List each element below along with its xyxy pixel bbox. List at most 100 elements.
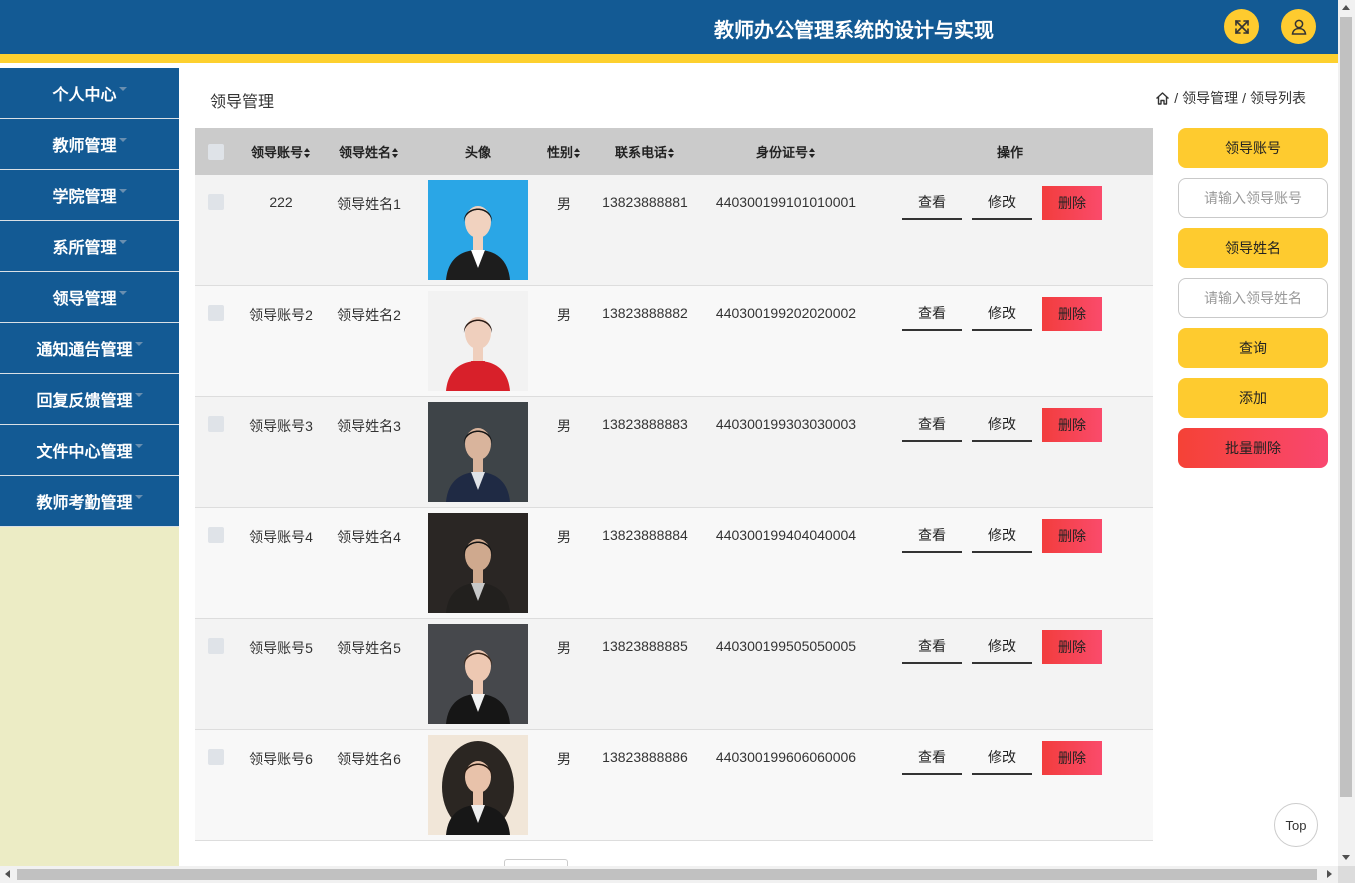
user-button[interactable] bbox=[1281, 9, 1316, 44]
column-header-sex[interactable]: 性别 bbox=[543, 142, 585, 161]
main-content: 领导管理 / 领导管理 / 领导列表 领导账号 领导姓名 头像 性别 联系电话 … bbox=[180, 68, 1338, 869]
table-row: 领导账号3 领导姓名3 男 13823888883 44030019930303… bbox=[195, 397, 1153, 508]
back-to-top-button[interactable]: Top bbox=[1274, 803, 1318, 847]
sidebar-item-personal-center[interactable]: 个人中心 bbox=[0, 68, 179, 119]
horizontal-scroll-thumb[interactable] bbox=[17, 869, 1317, 880]
edit-button[interactable]: 修改 bbox=[972, 186, 1032, 220]
avatar[interactable] bbox=[428, 402, 528, 502]
chevron-down-icon bbox=[118, 189, 127, 193]
scroll-left-icon[interactable] bbox=[5, 870, 10, 878]
edit-button[interactable]: 修改 bbox=[972, 630, 1032, 664]
column-header-account[interactable]: 领导账号 bbox=[237, 142, 325, 161]
cell-idcard: 440300199202020002 bbox=[715, 305, 857, 321]
select-all-checkbox[interactable] bbox=[208, 143, 224, 160]
row-actions: 查看 修改 删除 bbox=[867, 175, 1153, 220]
name-search-input[interactable]: 请输入领导姓名 bbox=[1178, 278, 1328, 318]
add-button[interactable]: 添加 bbox=[1178, 378, 1328, 418]
sort-icon[interactable] bbox=[304, 148, 311, 159]
view-button[interactable]: 查看 bbox=[902, 186, 962, 220]
sidebar-item-attendance[interactable]: 教师考勤管理 bbox=[0, 476, 179, 527]
avatar[interactable] bbox=[428, 180, 528, 280]
cell-idcard: 440300199404040004 bbox=[715, 527, 857, 543]
sidebar-item-colleges[interactable]: 学院管理 bbox=[0, 170, 179, 221]
sidebar-item-label: 学院管理 bbox=[52, 189, 117, 206]
batch-delete-button[interactable]: 批量删除 bbox=[1178, 428, 1328, 468]
delete-button[interactable]: 删除 bbox=[1042, 741, 1102, 775]
cell-name: 领导姓名2 bbox=[337, 307, 401, 323]
query-button[interactable]: 查询 bbox=[1178, 328, 1328, 368]
sort-icon[interactable] bbox=[668, 148, 675, 159]
sort-icon[interactable] bbox=[809, 148, 816, 159]
sidebar-item-feedback[interactable]: 回复反馈管理 bbox=[0, 374, 179, 425]
column-header-phone[interactable]: 联系电话 bbox=[585, 142, 705, 161]
breadcrumb: / 领导管理 / 领导列表 bbox=[1155, 88, 1306, 108]
delete-button[interactable]: 删除 bbox=[1042, 630, 1102, 664]
avatar-photo bbox=[428, 624, 528, 724]
cell-idcard: 440300199101010001 bbox=[715, 194, 857, 210]
table-row: 222 领导姓名1 男 13823888881 4403001991010100… bbox=[195, 175, 1153, 286]
cell-idcard: 440300199505050005 bbox=[715, 638, 857, 654]
avatar[interactable] bbox=[428, 624, 528, 724]
horizontal-scrollbar[interactable] bbox=[0, 866, 1338, 883]
cell-phone: 13823888881 bbox=[602, 194, 688, 210]
fullscreen-button[interactable] bbox=[1224, 9, 1259, 44]
top-header: 教师办公管理系统的设计与实现 bbox=[0, 0, 1338, 54]
scroll-down-icon[interactable] bbox=[1342, 855, 1350, 860]
row-checkbox[interactable] bbox=[208, 305, 224, 321]
edit-button[interactable]: 修改 bbox=[972, 741, 1032, 775]
view-button[interactable]: 查看 bbox=[902, 741, 962, 775]
row-checkbox[interactable] bbox=[208, 638, 224, 654]
scroll-up-icon[interactable] bbox=[1342, 5, 1350, 10]
sort-icon[interactable] bbox=[574, 148, 581, 159]
cell-sex: 男 bbox=[557, 751, 571, 767]
column-header-name[interactable]: 领导姓名 bbox=[325, 142, 413, 161]
avatar[interactable] bbox=[428, 513, 528, 613]
table-row: 领导账号2 领导姓名2 男 13823888882 44030019920202… bbox=[195, 286, 1153, 397]
row-checkbox[interactable] bbox=[208, 194, 224, 210]
cell-phone: 13823888882 bbox=[602, 305, 688, 321]
sidebar-item-files[interactable]: 文件中心管理 bbox=[0, 425, 179, 476]
sidebar-item-leaders[interactable]: 领导管理 bbox=[0, 272, 179, 323]
cell-name: 领导姓名3 bbox=[337, 418, 401, 434]
row-checkbox[interactable] bbox=[208, 416, 224, 432]
scrollbar-corner bbox=[1338, 866, 1355, 883]
edit-button[interactable]: 修改 bbox=[972, 519, 1032, 553]
delete-button[interactable]: 删除 bbox=[1042, 408, 1102, 442]
cell-account: 领导账号2 bbox=[249, 307, 313, 323]
sidebar-item-departments[interactable]: 系所管理 bbox=[0, 221, 179, 272]
vertical-scrollbar[interactable] bbox=[1338, 0, 1355, 866]
view-button[interactable]: 查看 bbox=[902, 630, 962, 664]
row-checkbox[interactable] bbox=[208, 749, 224, 765]
cell-idcard: 440300199303030003 bbox=[715, 416, 857, 432]
view-button[interactable]: 查看 bbox=[902, 408, 962, 442]
home-icon[interactable] bbox=[1155, 91, 1170, 106]
view-button[interactable]: 查看 bbox=[902, 519, 962, 553]
delete-button[interactable]: 删除 bbox=[1042, 519, 1102, 553]
vertical-scroll-thumb[interactable] bbox=[1340, 17, 1352, 797]
delete-button[interactable]: 删除 bbox=[1042, 297, 1102, 331]
row-checkbox[interactable] bbox=[208, 527, 224, 543]
avatar[interactable] bbox=[428, 735, 528, 835]
account-label: 领导账号 bbox=[1178, 128, 1328, 168]
cell-sex: 男 bbox=[557, 196, 571, 212]
edit-button[interactable]: 修改 bbox=[972, 297, 1032, 331]
system-title: 教师办公管理系统的设计与实现 bbox=[714, 20, 994, 42]
scroll-right-icon[interactable] bbox=[1327, 870, 1332, 878]
avatar-photo bbox=[428, 402, 528, 502]
sidebar-item-notices[interactable]: 通知通告管理 bbox=[0, 323, 179, 374]
avatar[interactable] bbox=[428, 291, 528, 391]
row-actions: 查看 修改 删除 bbox=[867, 619, 1153, 664]
row-actions: 查看 修改 删除 bbox=[867, 286, 1153, 331]
chevron-down-icon bbox=[118, 291, 127, 295]
sort-icon[interactable] bbox=[392, 148, 399, 159]
column-header-idcard[interactable]: 身份证号 bbox=[705, 142, 867, 161]
column-header-ops: 操作 bbox=[996, 145, 1023, 160]
edit-button[interactable]: 修改 bbox=[972, 408, 1032, 442]
sidebar-item-label: 教师考勤管理 bbox=[36, 495, 133, 512]
view-button[interactable]: 查看 bbox=[902, 297, 962, 331]
cell-sex: 男 bbox=[557, 307, 571, 323]
account-search-input[interactable]: 请输入领导账号 bbox=[1178, 178, 1328, 218]
delete-button[interactable]: 删除 bbox=[1042, 186, 1102, 220]
breadcrumb-item-leaders[interactable]: 领导管理 bbox=[1182, 88, 1238, 108]
sidebar-item-teachers[interactable]: 教师管理 bbox=[0, 119, 179, 170]
